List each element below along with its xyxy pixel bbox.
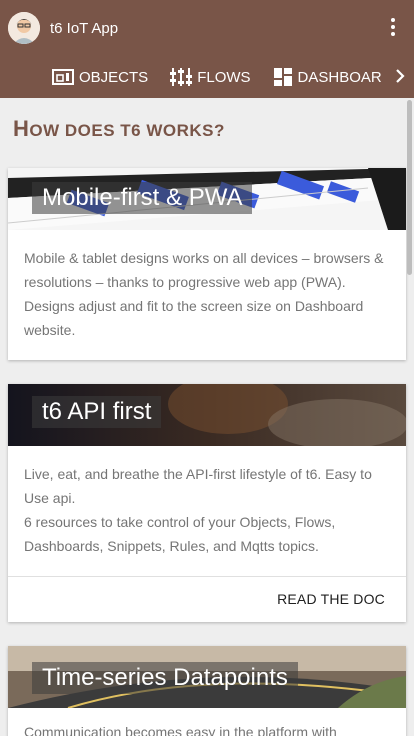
more-vert-icon[interactable] (390, 18, 396, 38)
scrollbar[interactable] (407, 100, 412, 275)
read-the-doc-button[interactable]: READ THE DOC (277, 591, 385, 607)
avatar[interactable] (8, 12, 40, 44)
card-api-first: t6 API first Live, eat, and breathe the … (8, 384, 406, 622)
card-title: t6 API first (32, 396, 162, 428)
app-bar: t6 IoT App OBJECTS FLOWS DASHBOAR (0, 0, 414, 98)
main-content: HOW DOES T6 WORKS? Mobile-first & PWA Mo… (0, 98, 414, 736)
card-body: Live, eat, and breathe the API-first lif… (8, 446, 406, 576)
flows-icon (170, 68, 193, 86)
section-title-initial: H (13, 116, 30, 141)
card-mobile-first: Mobile-first & PWA Mobile & tablet desig… (8, 168, 406, 360)
tab-dashboards-label: DASHBOAR (297, 68, 382, 86)
objects-icon (52, 69, 74, 85)
card-image-mobile: Mobile-first & PWA (8, 168, 406, 230)
chevron-right-icon[interactable] (392, 66, 408, 86)
card-title: Time-series Datapoints (32, 662, 298, 694)
tab-objects[interactable]: OBJECTS (52, 68, 148, 86)
card-title: Mobile-first & PWA (32, 182, 253, 214)
card-image-api: t6 API first (8, 384, 406, 446)
tab-flows[interactable]: FLOWS (170, 67, 251, 87)
card-image-road: Time-series Datapoints (8, 646, 406, 708)
card-actions: READ THE DOC (8, 576, 406, 622)
section-title: HOW DOES T6 WORKS? (13, 116, 225, 142)
card-body: Mobile & tablet designs works on all dev… (24, 250, 384, 338)
card-body-line: 6 resources to take control of your Obje… (24, 514, 336, 554)
card-body: Communication becomes easy in the platfo… (24, 724, 337, 736)
dashboard-icon (273, 68, 292, 86)
app-title: t6 IoT App (50, 19, 119, 37)
card-body-line: Live, eat, and breathe the API-first lif… (24, 466, 372, 506)
tab-dashboards[interactable]: DASHBOAR (273, 67, 382, 87)
card-time-series: Time-series Datapoints Communication bec… (8, 646, 406, 736)
user-avatar-icon (8, 12, 40, 44)
tab-flows-label: FLOWS (197, 68, 251, 86)
tab-objects-label: OBJECTS (79, 68, 149, 86)
tab-bar: OBJECTS FLOWS DASHBOAR (0, 56, 414, 98)
section-title-rest: OW DOES T6 WORKS? (29, 121, 225, 140)
toolbar: t6 IoT App (0, 0, 414, 56)
